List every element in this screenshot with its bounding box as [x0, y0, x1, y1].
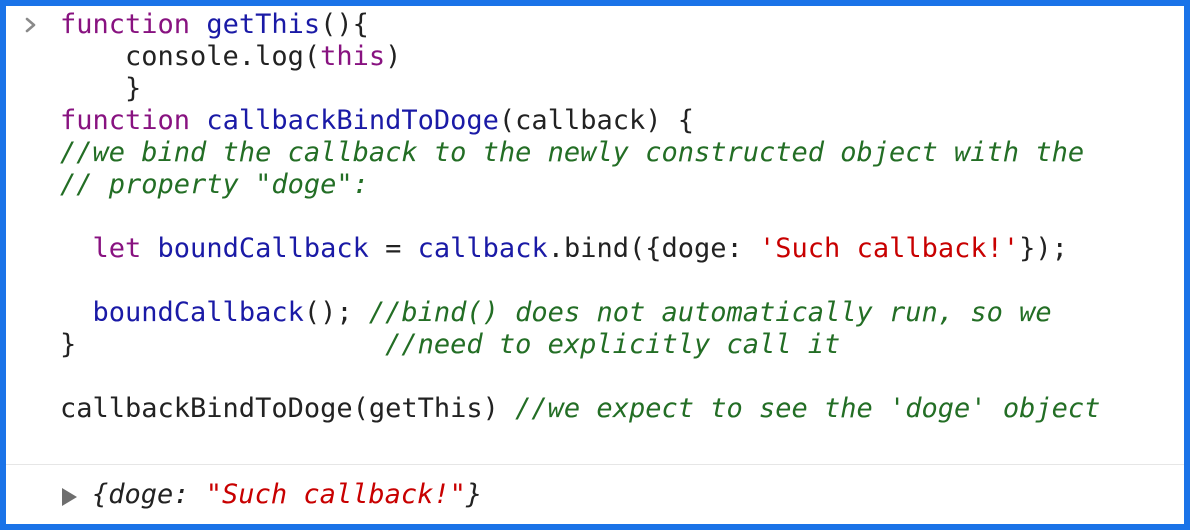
- object-preview-open: {doge:: [92, 479, 206, 510]
- object-preview-value: "Such callback!": [205, 479, 466, 510]
- code-line: boundCallback(); //bind() does not autom…: [60, 297, 1100, 329]
- code-token: =: [368, 233, 418, 264]
- code-token: //bind() does not automatically run, so …: [368, 297, 1052, 328]
- code-token: //we expect to see the 'doge' object: [515, 393, 1101, 424]
- object-preview-close: }: [465, 479, 483, 510]
- code-line: // property "doge":: [60, 169, 1100, 201]
- code-token: function: [60, 9, 207, 40]
- code-token: console.log(: [60, 41, 321, 72]
- code-token: callbackBindToDoge: [206, 105, 499, 136]
- code-token: ();: [303, 297, 369, 328]
- code-token: 'Such callback!': [759, 233, 1020, 264]
- code-token: });: [1019, 233, 1068, 264]
- code-token: function: [60, 105, 207, 136]
- console-input-entry[interactable]: function getThis(){ console.log(this) } f…: [6, 6, 1184, 462]
- code-line: function getThis(){: [60, 9, 1100, 41]
- code-token: boundCallback: [157, 233, 369, 264]
- code-token: (){: [320, 9, 369, 40]
- console-output-row: {doge: "Such callback!"}: [6, 466, 1184, 524]
- object-preview[interactable]: {doge: "Such callback!"}: [92, 478, 482, 512]
- triangle-right-icon[interactable]: [62, 488, 77, 506]
- code-line: callbackBindToDoge(getThis) //we expect …: [60, 393, 1100, 425]
- code-line: function callbackBindToDoge(callback) {: [60, 105, 1100, 137]
- code-token: callbackBindToDoge(getThis): [60, 393, 516, 424]
- console-panel: function getThis(){ console.log(this) } f…: [0, 0, 1190, 530]
- code-token: //we bind the callback to the newly cons…: [60, 137, 1085, 168]
- entry-separator: [6, 464, 1184, 465]
- code-token: // property "doge":: [60, 169, 369, 200]
- code-token: (callback) {: [498, 105, 694, 136]
- chevron-right-icon: [25, 17, 36, 33]
- code-line: console.log(this): [60, 41, 1100, 73]
- code-token: .bind({doge:: [547, 233, 760, 264]
- code-line: let boundCallback = callback.bind({doge:…: [60, 233, 1100, 265]
- code-line: } //need to explicitly call it: [60, 329, 1100, 361]
- code-token: }: [60, 73, 142, 104]
- code-token: ): [385, 41, 402, 72]
- code-token: //need to explicitly call it: [385, 329, 841, 360]
- code-line: //we bind the callback to the newly cons…: [60, 137, 1100, 169]
- code-token: callback: [417, 233, 548, 264]
- code-token: getThis: [206, 9, 321, 40]
- code-token: this: [320, 41, 386, 72]
- code-token: boundCallback: [92, 297, 304, 328]
- code-line: }: [60, 73, 1100, 105]
- code-block[interactable]: function getThis(){ console.log(this) } f…: [60, 6, 1100, 425]
- code-token: let: [92, 233, 158, 264]
- code-token: }: [60, 329, 386, 360]
